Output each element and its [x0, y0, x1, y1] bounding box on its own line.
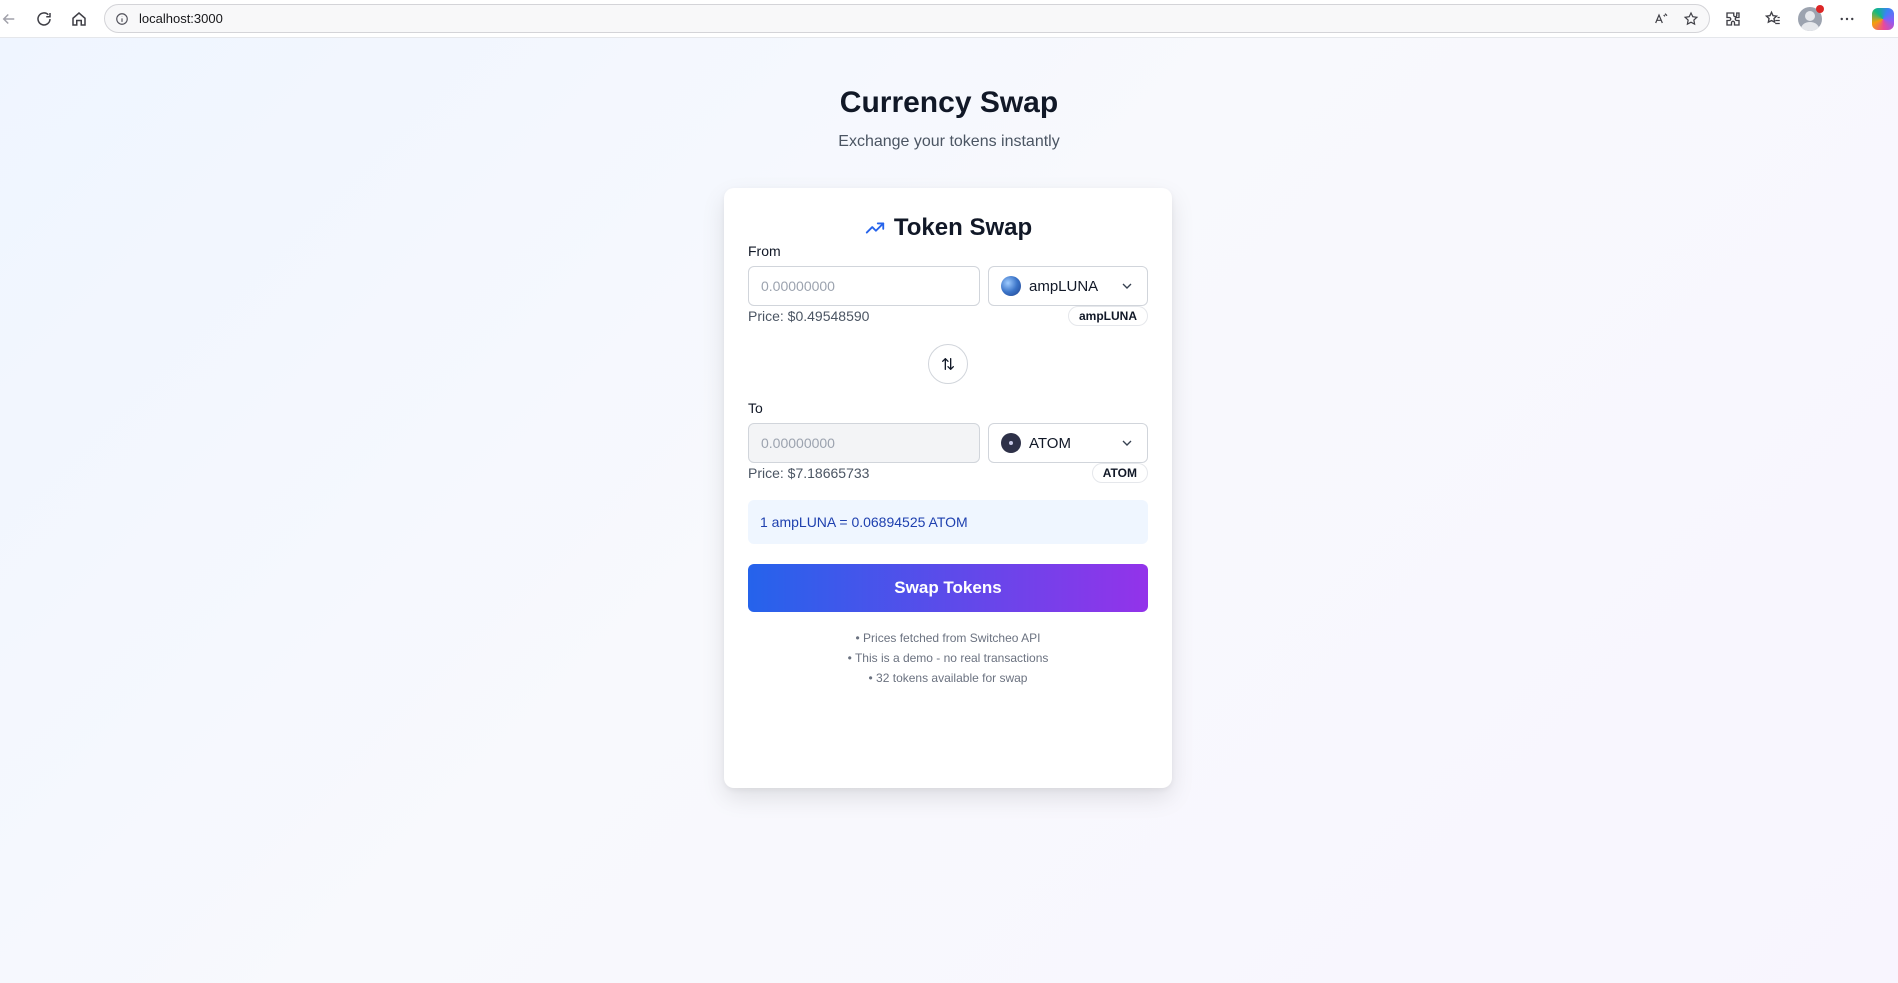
from-price: Price: $0.49548590 [748, 308, 870, 324]
from-amount-input[interactable] [748, 266, 980, 306]
from-label: From [748, 243, 781, 259]
profile-avatar[interactable] [1798, 5, 1824, 31]
swap-tokens-button[interactable]: Swap Tokens [748, 564, 1148, 612]
browser-toolbar: localhost:3000 [0, 0, 1898, 38]
info-notes: • Prices fetched from Switcheo API • Thi… [724, 628, 1172, 688]
home-icon[interactable] [64, 4, 94, 34]
from-token-select[interactable]: ampLUNA [988, 266, 1148, 306]
card-title: Token Swap [893, 214, 1033, 241]
card-header: Token Swap [724, 214, 1172, 242]
to-token-badge: ATOM [1091, 463, 1148, 483]
to-price: Price: $7.18665733 [748, 465, 870, 481]
page-background: Currency Swap Exchange your tokens insta… [0, 38, 1898, 983]
back-arrow-icon[interactable] [0, 4, 24, 34]
to-token-select[interactable]: ATOM [988, 423, 1148, 463]
swap-card: Token Swap From ampLUNA Price: $0.495485… [724, 188, 1172, 788]
atom-logo-icon [1001, 433, 1021, 453]
from-token-badge: ampLUNA [1067, 306, 1148, 326]
address-bar[interactable]: localhost:3000 [104, 4, 1710, 33]
page-title: Currency Swap [839, 86, 1059, 119]
read-aloud-icon[interactable] [1649, 8, 1673, 30]
swap-direction-button[interactable] [928, 344, 968, 384]
url-text: localhost:3000 [139, 11, 223, 26]
to-amount-input[interactable] [748, 423, 980, 463]
chevron-down-icon [1119, 435, 1135, 451]
exchange-rate-text: 1 ampLUNA = 0.06894525 ATOM [760, 514, 968, 530]
note-item: • This is a demo - no real transactions [847, 651, 1049, 665]
favorites-icon[interactable] [1758, 4, 1788, 34]
copilot-icon[interactable] [1872, 8, 1894, 30]
page-subtitle: Exchange your tokens instantly [838, 133, 1060, 150]
to-token-name: ATOM [1029, 434, 1071, 452]
reload-icon[interactable] [29, 4, 59, 34]
arrows-up-down-icon [940, 356, 956, 372]
notification-dot-icon [1816, 5, 1824, 13]
info-icon[interactable] [113, 10, 131, 28]
ampluna-logo-icon [1001, 276, 1021, 296]
favorite-star-icon[interactable] [1679, 8, 1703, 30]
note-item: • Prices fetched from Switcheo API [855, 631, 1041, 645]
extensions-icon[interactable] [1718, 4, 1748, 34]
more-options-icon[interactable] [1832, 4, 1862, 34]
exchange-rate: 1 ampLUNA = 0.06894525 ATOM [748, 500, 1148, 544]
to-label: To [748, 400, 763, 416]
from-token-name: ampLUNA [1029, 277, 1099, 295]
note-item: • 32 tokens available for swap [868, 671, 1028, 685]
chevron-down-icon [1119, 278, 1135, 294]
trending-up-icon [864, 217, 886, 239]
